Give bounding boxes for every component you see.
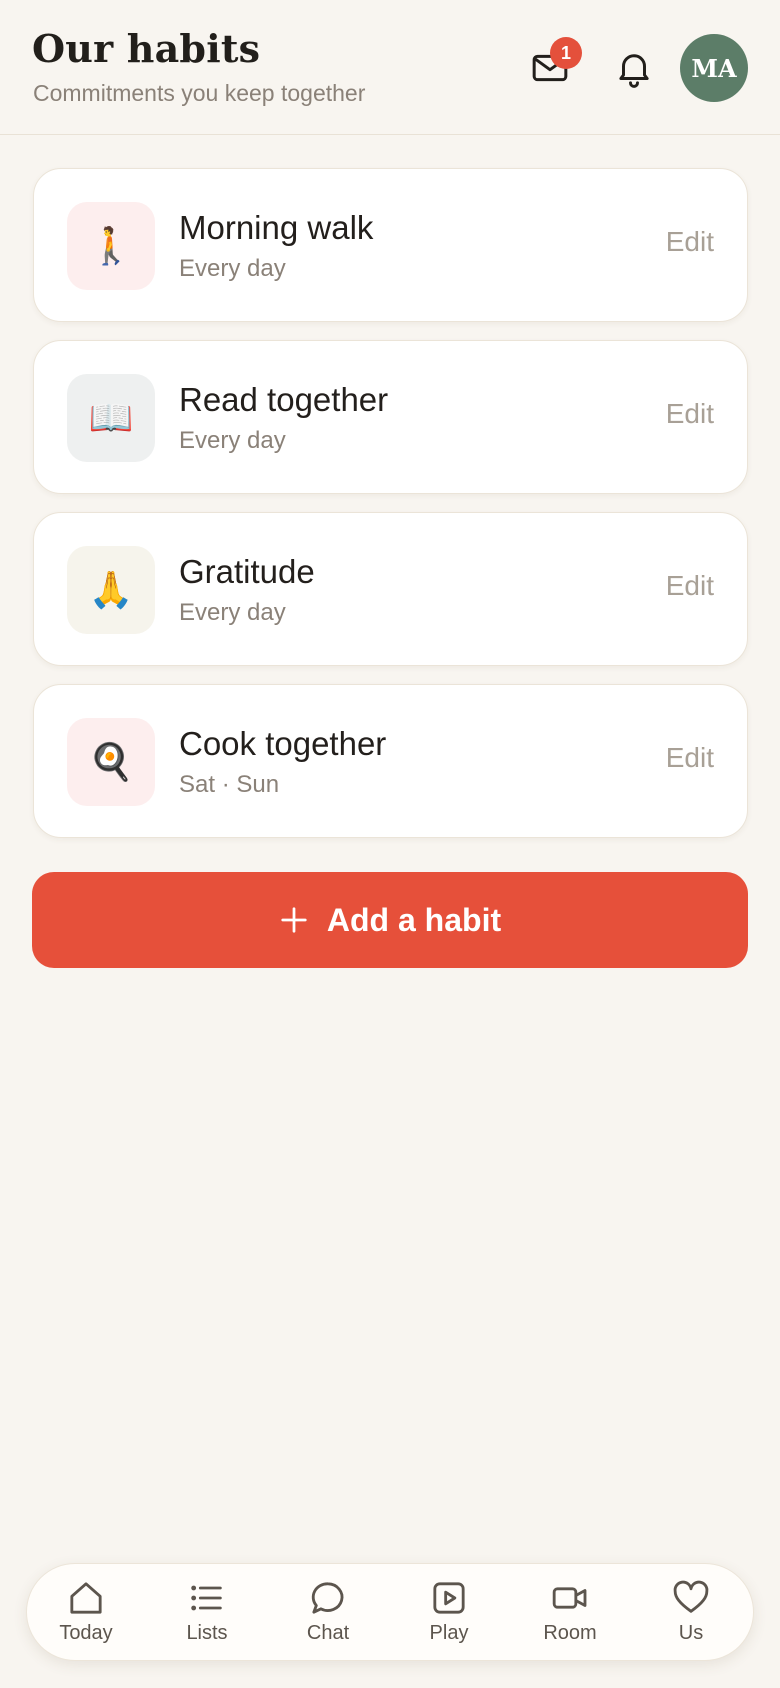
frying-pan-icon: 🍳 xyxy=(67,718,155,806)
play-icon xyxy=(433,1582,465,1614)
edit-button[interactable]: Edit xyxy=(666,398,714,430)
habit-card[interactable]: 🙏 Gratitude Every day Edit xyxy=(33,512,748,666)
habit-card[interactable]: 🍳 Cook together Sat · Sun Edit xyxy=(33,684,748,838)
add-habit-button[interactable]: Add a habit xyxy=(32,872,748,968)
habit-name: Cook together xyxy=(179,725,387,762)
avatar[interactable]: MA xyxy=(680,34,748,102)
habit-card[interactable]: 🚶 Morning walk Every day Edit xyxy=(33,168,748,322)
bell-icon xyxy=(619,54,649,88)
habit-schedule: Every day xyxy=(179,255,286,282)
habit-schedule: Sat · Sun xyxy=(179,771,280,798)
edit-button[interactable]: Edit xyxy=(666,742,714,774)
nav-item-today[interactable]: Today xyxy=(31,1578,141,1654)
heart-icon xyxy=(673,1580,709,1613)
walking-icon: 🚶 xyxy=(67,202,155,290)
home-icon xyxy=(70,1582,102,1614)
add-habit-label: Add a habit xyxy=(326,901,502,938)
habit-schedule: Every day xyxy=(179,599,286,626)
edit-button[interactable]: Edit xyxy=(666,226,714,258)
app-header: Our habits Commitments you keep together… xyxy=(0,0,780,135)
page-title: Our habits xyxy=(32,26,261,71)
unread-badge: 1 xyxy=(550,37,582,69)
list-icon xyxy=(191,1585,222,1611)
nav-label: Today xyxy=(59,1622,113,1644)
bottom-nav: Today Lists Chat Play Room Us xyxy=(26,1563,754,1661)
book-icon: 📖 xyxy=(67,374,155,462)
nav-label: Room xyxy=(543,1622,597,1644)
habit-name: Morning walk xyxy=(179,209,374,246)
habit-list: 🚶 Morning walk Every day Edit 📖 Read tog… xyxy=(33,168,748,856)
nav-item-play[interactable]: Play xyxy=(394,1578,504,1654)
video-camera-icon xyxy=(552,1587,587,1609)
nav-item-chat[interactable]: Chat xyxy=(273,1578,383,1654)
plus-icon xyxy=(281,907,307,933)
habit-name: Gratitude xyxy=(179,553,315,590)
notifications-button[interactable] xyxy=(604,38,664,98)
habit-schedule: Every day xyxy=(179,427,286,454)
nav-item-us[interactable]: Us xyxy=(636,1578,746,1654)
habit-name: Read together xyxy=(179,381,389,418)
nav-item-lists[interactable]: Lists xyxy=(152,1578,262,1654)
chat-bubble-icon xyxy=(311,1582,344,1614)
nav-label: Play xyxy=(429,1622,469,1644)
nav-label: Lists xyxy=(186,1622,228,1644)
habit-card[interactable]: 📖 Read together Every day Edit xyxy=(33,340,748,494)
nav-label: Chat xyxy=(306,1622,350,1644)
nav-label: Us xyxy=(678,1622,704,1644)
edit-button[interactable]: Edit xyxy=(666,570,714,602)
nav-item-room[interactable]: Room xyxy=(515,1578,625,1654)
page-subtitle: Commitments you keep together xyxy=(33,80,366,106)
praying-hands-icon: 🙏 xyxy=(67,546,155,634)
